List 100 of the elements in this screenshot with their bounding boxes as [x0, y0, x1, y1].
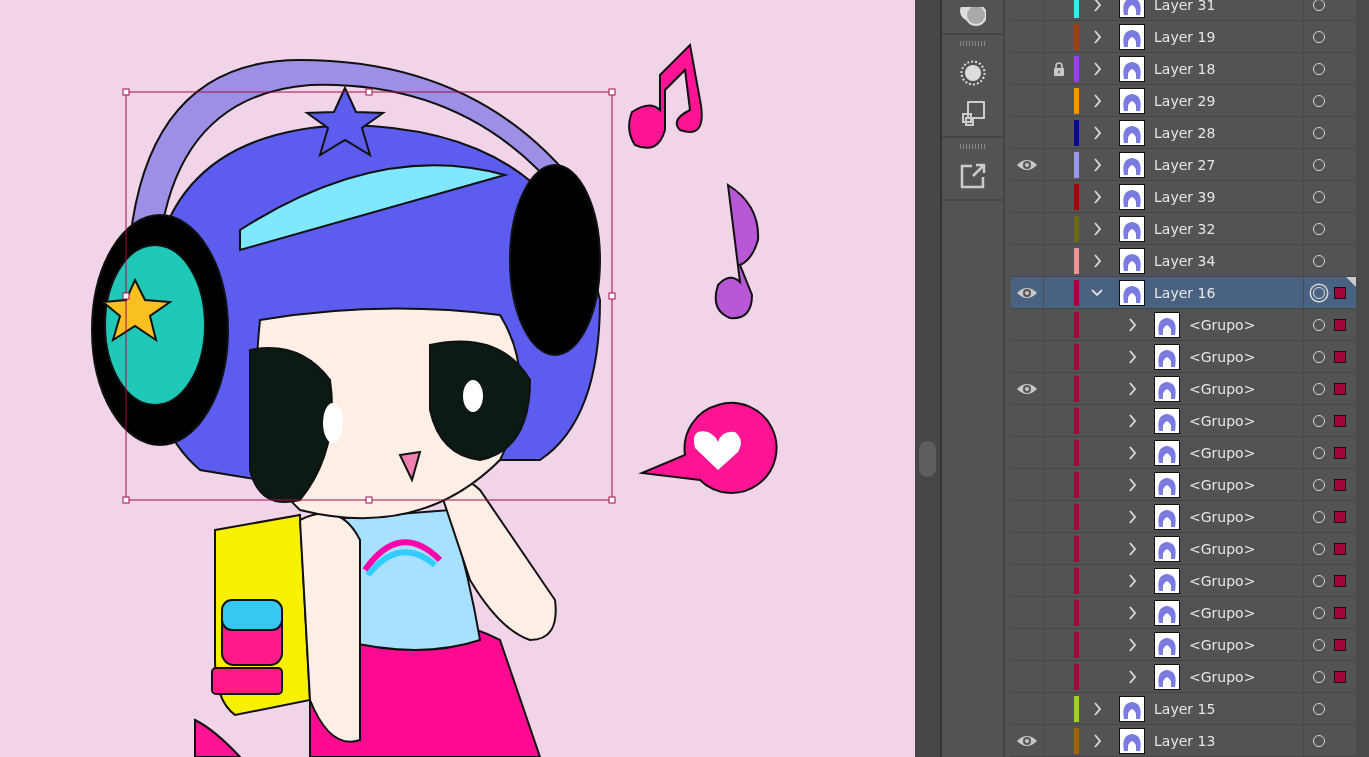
expand-chevron-icon[interactable] [1091, 29, 1103, 44]
layer-row[interactable]: Layer 31 [1011, 0, 1356, 21]
layer-row[interactable]: Layer 28 [1011, 117, 1356, 149]
expand-chevron-icon[interactable] [1091, 221, 1103, 236]
layer-row[interactable]: <Grupo> [1011, 373, 1356, 405]
expand-chevron-icon[interactable] [1126, 669, 1138, 684]
layer-name[interactable]: Layer 15 [1154, 700, 1216, 717]
selection-indicator[interactable] [1334, 382, 1346, 395]
expand-chevron-icon[interactable] [1126, 445, 1138, 460]
layer-thumbnail [1154, 567, 1180, 594]
expand-chevron-icon[interactable] [1126, 605, 1138, 620]
expand-chevron-icon[interactable] [1091, 733, 1103, 748]
selection-indicator[interactable] [1334, 638, 1346, 651]
expand-chevron-icon[interactable] [1126, 349, 1138, 364]
layer-row[interactable]: Layer 39 [1011, 181, 1356, 213]
layer-row[interactable]: <Grupo> [1011, 341, 1356, 373]
expand-chevron-icon[interactable] [1126, 413, 1138, 428]
layer-name[interactable]: <Grupo> [1189, 316, 1256, 333]
layer-name[interactable]: Layer 39 [1154, 188, 1216, 205]
selection-indicator[interactable] [1334, 318, 1346, 331]
layer-row[interactable]: <Grupo> [1011, 437, 1356, 469]
visibility-eye-icon[interactable] [1016, 381, 1038, 396]
layer-row[interactable]: Layer 13 [1011, 725, 1356, 757]
layer-row[interactable]: Layer 32 [1011, 213, 1356, 245]
layer-name[interactable]: Layer 28 [1154, 124, 1216, 141]
selection-bounding-box[interactable] [122, 88, 616, 504]
lock-icon[interactable] [1053, 61, 1065, 76]
expand-chevron-icon[interactable] [1091, 125, 1103, 140]
selection-indicator[interactable] [1334, 670, 1346, 683]
layer-name[interactable]: Layer 31 [1154, 0, 1216, 13]
layer-row[interactable]: Layer 27 [1011, 149, 1356, 181]
visibility-eye-icon[interactable] [1016, 733, 1038, 748]
layer-name[interactable]: Layer 16 [1154, 284, 1216, 301]
layer-row[interactable]: <Grupo> [1011, 597, 1356, 629]
layer-name[interactable]: <Grupo> [1189, 380, 1256, 397]
layer-name[interactable]: <Grupo> [1189, 444, 1256, 461]
layer-name[interactable]: <Grupo> [1189, 636, 1256, 653]
dotted-circle-icon[interactable] [959, 60, 986, 86]
layer-name[interactable]: Layer 19 [1154, 28, 1216, 45]
selection-indicator[interactable] [1334, 574, 1346, 587]
expand-chevron-icon[interactable] [1126, 509, 1138, 524]
selection-indicator[interactable] [1334, 446, 1346, 459]
expand-chevron-icon[interactable] [1091, 93, 1103, 108]
layer-name[interactable]: <Grupo> [1189, 412, 1256, 429]
layer-thumbnail [1154, 407, 1180, 434]
selection-indicator[interactable] [1334, 350, 1346, 363]
layer-name[interactable]: Layer 27 [1154, 156, 1216, 173]
expand-chevron-icon[interactable] [1091, 157, 1103, 172]
expand-chevron-icon[interactable] [1091, 189, 1103, 204]
transparency-icon[interactable] [959, 7, 986, 27]
layer-name[interactable]: <Grupo> [1189, 540, 1256, 557]
layer-row[interactable]: Layer 18 [1011, 53, 1356, 85]
expand-chevron-icon[interactable] [1091, 0, 1103, 12]
selection-indicator[interactable] [1334, 606, 1346, 619]
layer-row[interactable]: <Grupo> [1011, 629, 1356, 661]
layer-row[interactable]: <Grupo> [1011, 661, 1356, 693]
layer-name[interactable]: Layer 18 [1154, 60, 1216, 77]
selection-indicator[interactable] [1334, 286, 1346, 299]
expand-chevron-icon[interactable] [1126, 477, 1138, 492]
layer-row[interactable]: <Grupo> [1011, 565, 1356, 597]
layer-name[interactable]: <Grupo> [1189, 604, 1256, 621]
expand-chevron-icon[interactable] [1126, 381, 1138, 396]
expand-chevron-icon[interactable] [1091, 253, 1103, 268]
layer-row[interactable]: Layer 29 [1011, 85, 1356, 117]
layer-name[interactable]: <Grupo> [1189, 508, 1256, 525]
layer-thumbnail [1154, 375, 1180, 402]
export-icon[interactable] [959, 163, 986, 189]
expand-chevron-icon[interactable] [1126, 637, 1138, 652]
layer-name[interactable]: Layer 34 [1154, 252, 1216, 269]
expand-chevron-icon[interactable] [1091, 701, 1103, 716]
layer-row[interactable]: <Grupo> [1011, 501, 1356, 533]
layer-row[interactable]: Layer 16 [1011, 277, 1356, 309]
layer-name[interactable]: <Grupo> [1189, 668, 1256, 685]
layer-row[interactable]: <Grupo> [1011, 405, 1356, 437]
layer-row[interactable]: <Grupo> [1011, 469, 1356, 501]
arrange-icon[interactable] [959, 100, 986, 126]
layer-name[interactable]: <Grupo> [1189, 572, 1256, 589]
layer-row[interactable]: Layer 19 [1011, 21, 1356, 53]
layer-row[interactable]: <Grupo> [1011, 309, 1356, 341]
selection-indicator[interactable] [1334, 542, 1346, 555]
expand-chevron-icon[interactable] [1091, 61, 1103, 76]
layer-name[interactable]: Layer 32 [1154, 220, 1216, 237]
layer-name[interactable]: Layer 29 [1154, 92, 1216, 109]
selection-indicator[interactable] [1334, 478, 1346, 491]
selection-indicator[interactable] [1334, 510, 1346, 523]
scroll-thumb[interactable] [919, 441, 936, 477]
selection-indicator[interactable] [1334, 414, 1346, 427]
visibility-eye-icon[interactable] [1016, 157, 1038, 172]
layer-row[interactable]: <Grupo> [1011, 533, 1356, 565]
visibility-eye-icon[interactable] [1016, 285, 1038, 300]
layer-name[interactable]: <Grupo> [1189, 476, 1256, 493]
expand-chevron-icon[interactable] [1126, 541, 1138, 556]
scrollbar-track[interactable] [1356, 0, 1369, 757]
expand-chevron-icon[interactable] [1126, 317, 1138, 332]
expand-chevron-icon[interactable] [1126, 573, 1138, 588]
layer-thumbnail [1119, 151, 1145, 178]
layer-name[interactable]: <Grupo> [1189, 348, 1256, 365]
layer-row[interactable]: Layer 15 [1011, 693, 1356, 725]
layer-thumbnail [1154, 535, 1180, 562]
layer-name[interactable]: Layer 13 [1154, 732, 1216, 749]
